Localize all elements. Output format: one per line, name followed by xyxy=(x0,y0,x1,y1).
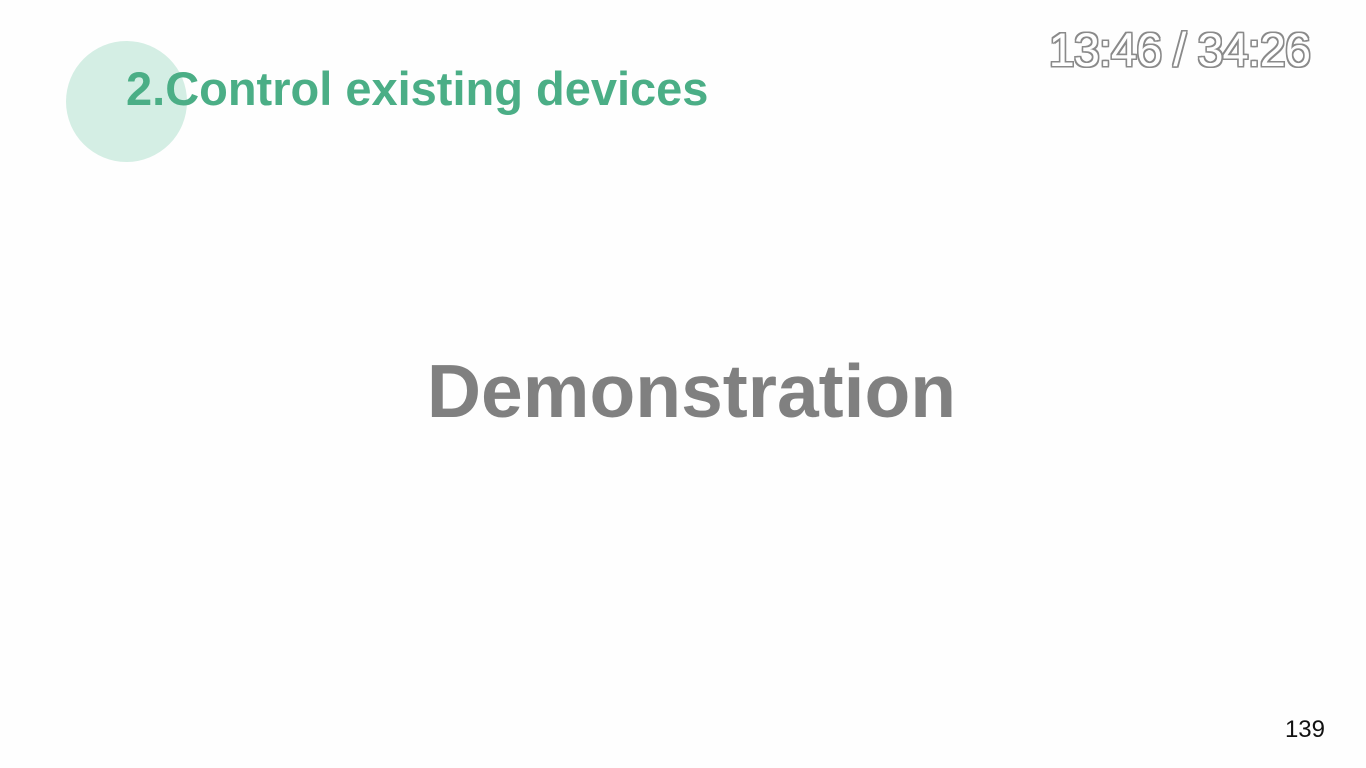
slide-page-number: 139 xyxy=(1284,716,1325,743)
slide-main-text: Demonstration xyxy=(426,349,957,433)
playback-timecode: 13:46 / 34:26 xyxy=(1048,23,1311,76)
slide: 2.Control existing devices 13:46 / 34:26… xyxy=(0,0,1366,768)
slide-title: 2.Control existing devices xyxy=(126,62,709,115)
